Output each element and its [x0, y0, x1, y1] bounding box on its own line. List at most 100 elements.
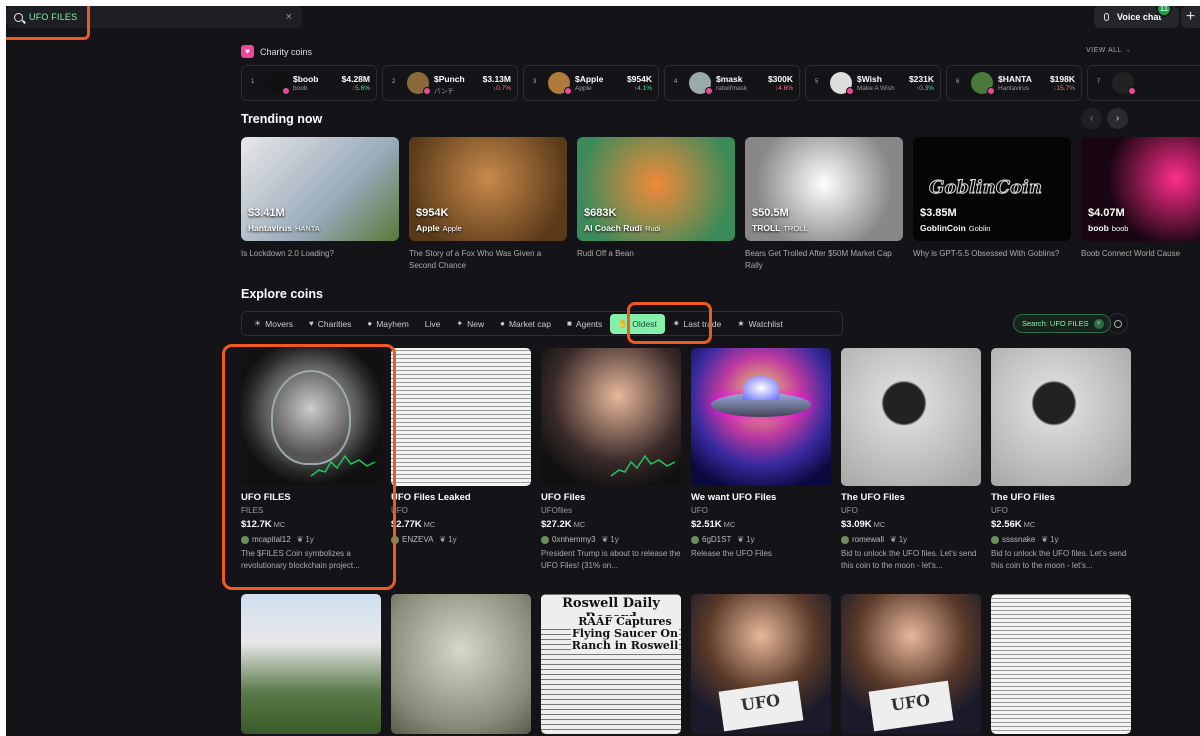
- trending-ticker: boob: [1111, 224, 1129, 233]
- coin-card[interactable]: The UFO Files UFO $3.09K MC romewall ❦ 1y Bid t…: [841, 348, 981, 586]
- trending-image[interactable]: GoblinCoin $3.85M GoblinCoin Goblin: [913, 137, 1071, 241]
- coin-age-value: 1y: [1050, 535, 1059, 544]
- coin-card[interactable]: Roswell Daily RecordRAAF Captures Flying…: [541, 594, 681, 734]
- tab-market-cap[interactable]: ● Market cap: [492, 314, 559, 334]
- sprout-icon: ❦: [1041, 535, 1049, 544]
- trending-card[interactable]: $3.41M Hantavirus HANTA Is Lockdown 2.0 Loa…: [241, 137, 399, 277]
- charity-mcap: $231K: [908, 74, 934, 84]
- charity-change: ↓4.6%: [774, 85, 793, 92]
- trending-next-button[interactable]: ›: [1107, 108, 1128, 129]
- coin-card[interactable]: UFO Files UFOfiles $27.2K MC 0xnhemmy3 ❦ 1y Pre…: [541, 348, 681, 586]
- coin-creator[interactable]: 6gD1ST ❦ 1y: [691, 535, 831, 544]
- sun-icon: ☀: [254, 319, 262, 328]
- trending-card[interactable]: $50.5M TROLL TROLL Bears Get Trolled After …: [745, 137, 903, 277]
- coin-card[interactable]: [241, 594, 381, 734]
- tab-last-trade[interactable]: ✷ Last trade: [665, 314, 730, 334]
- trending-image[interactable]: $50.5M TROLL TROLL: [745, 137, 903, 241]
- coin-card[interactable]: The UFO Files UFO $2.56K MC ssssnake ❦ 1y Bid t…: [991, 348, 1131, 586]
- trending-card[interactable]: $4.07M boob boob Boob Connect World Cause: [1081, 137, 1200, 277]
- trending-desc: Boob Connect World Cause: [1081, 249, 1181, 258]
- trending-image[interactable]: $4.07M boob boob: [1081, 137, 1200, 241]
- charity-card[interactable]: 1 $boob boob $4.28M ↑5.6%: [241, 65, 377, 101]
- coin-card[interactable]: We want UFO Files UFO $2.51K MC 6gD1ST ❦ 1y Rel…: [691, 348, 831, 586]
- settings-button[interactable]: [1107, 313, 1128, 334]
- charity-change: ↑5.6%: [351, 85, 370, 92]
- charity-ticker: ratwifmask: [716, 85, 748, 92]
- coin-image[interactable]: [841, 348, 981, 486]
- coin-creator[interactable]: 0xnhemmy3 ❦ 1y: [541, 535, 681, 544]
- coin-creator[interactable]: romewall ❦ 1y: [841, 535, 981, 544]
- trending-prev-button[interactable]: ‹: [1081, 108, 1102, 129]
- trending-mcap: $4.07M: [1088, 207, 1125, 219]
- coin-description: [391, 548, 531, 572]
- spark-icon: ✷: [672, 319, 680, 328]
- tab-watchlist[interactable]: ★ Watchlist: [729, 314, 790, 334]
- charity-card[interactable]: 4 $mask ratwifmask $300K ↓4.6%: [664, 65, 800, 101]
- tab-movers[interactable]: ☀ Movers: [246, 314, 301, 334]
- top-bar: UFO FILES × Voice chat 11 +: [6, 6, 1200, 28]
- trending-ticker: Goblin: [968, 224, 991, 233]
- avatar: [266, 72, 290, 95]
- trending-desc: Is Lockdown 2.0 Loading?: [241, 249, 334, 258]
- tab-live[interactable]: Live: [417, 314, 449, 334]
- coin-image[interactable]: [391, 594, 531, 734]
- tab-oldest[interactable]: ✋ Oldest: [610, 313, 665, 334]
- coin-image[interactable]: UFO: [841, 594, 981, 734]
- tab-mayhem[interactable]: ● Mayhem: [359, 314, 416, 334]
- trending-image[interactable]: $954K Apple Apple: [409, 137, 567, 241]
- view-all-link[interactable]: VIEW ALL →: [1086, 47, 1132, 54]
- tab-charities[interactable]: ♥ Charities: [301, 314, 359, 334]
- creator-name: ENZEVA: [402, 535, 434, 544]
- coin-card[interactable]: UFO: [691, 594, 831, 734]
- charity-card[interactable]: 7: [1087, 65, 1200, 101]
- ufo-paper: UFO: [718, 680, 804, 732]
- coin-image[interactable]: [991, 348, 1131, 486]
- coin-card[interactable]: [991, 594, 1131, 734]
- coin-image[interactable]: [241, 348, 381, 486]
- coin-image[interactable]: [991, 594, 1131, 734]
- coin-image[interactable]: UFO: [691, 594, 831, 734]
- creator-avatar: [541, 535, 549, 544]
- trending-card[interactable]: GoblinCoin $3.85M GoblinCoin Goblin Why is G…: [913, 137, 1071, 277]
- tab-agents[interactable]: ■ Agents: [559, 314, 610, 334]
- coin-card[interactable]: UFO: [841, 594, 981, 734]
- charity-card[interactable]: 3 $Apple Apple $954K ↑4.1%: [523, 65, 659, 101]
- tab-label: Watchlist: [748, 318, 783, 329]
- trending-card[interactable]: $954K Apple Apple The Story of a Fox Who Wa…: [409, 137, 567, 277]
- sprout-icon: ❦: [737, 535, 745, 544]
- coin-image[interactable]: [241, 594, 381, 734]
- search-input[interactable]: UFO FILES ×: [6, 6, 302, 28]
- coin-image[interactable]: [391, 348, 531, 486]
- coin-name: UFO FILES: [241, 492, 291, 503]
- charity-card[interactable]: 6 $HANTA Hantavirus $198K ↓15.7%: [946, 65, 1082, 101]
- clear-search-icon[interactable]: ×: [286, 11, 292, 23]
- coin-creator[interactable]: mcapital12 ❦ 1y: [241, 535, 381, 544]
- charity-card[interactable]: 5 $Wish Make A Wish $231K ↑0.3%: [805, 65, 941, 101]
- coin-card[interactable]: [391, 594, 531, 734]
- coin-image[interactable]: [541, 348, 681, 486]
- coin-creator[interactable]: ssssnake ❦ 1y: [991, 535, 1131, 544]
- coin-creator[interactable]: ENZEVA ❦ 1y: [391, 535, 531, 544]
- charity-mcap: $4.28M: [341, 74, 370, 84]
- coin-ticker: FILES: [241, 506, 264, 515]
- coin-name: UFO Files: [541, 492, 586, 503]
- trending-card[interactable]: $683K AI Coach Rudi Rudi Rudi Off a Bean: [577, 137, 735, 277]
- coin-image[interactable]: [691, 348, 831, 486]
- charity-mcap: $198K: [1049, 74, 1075, 84]
- search-filter-chip[interactable]: Search: UFO FILES ×: [1013, 314, 1111, 333]
- charity-name: $HANTA: [998, 74, 1032, 84]
- close-icon[interactable]: ×: [1093, 318, 1104, 329]
- coin-image[interactable]: Roswell Daily RecordRAAF Captures Flying…: [541, 594, 681, 734]
- heart-icon: ♥: [241, 45, 254, 58]
- coin-card[interactable]: UFO Files Leaked UFO $2.77K MC ENZEVA ❦ 1y: [391, 348, 531, 586]
- trending-image[interactable]: $683K AI Coach Rudi Rudi: [577, 137, 735, 241]
- tab-new[interactable]: ✦ New: [448, 314, 492, 334]
- coin-card[interactable]: UFO FILES FILES $12.7K MC mcapital12 ❦ 1y The $…: [241, 348, 381, 586]
- plus-button[interactable]: +: [1181, 6, 1200, 28]
- coin-description: President Trump is about to release the …: [541, 549, 681, 570]
- creator-avatar: [991, 535, 999, 544]
- trending-image[interactable]: $3.41M Hantavirus HANTA: [241, 137, 399, 241]
- charity-name: $Wish: [857, 74, 882, 84]
- charity-card[interactable]: 2 $Punch パンチ $3.13M ↓0.7%: [382, 65, 518, 101]
- hand-icon: ✋: [618, 319, 629, 328]
